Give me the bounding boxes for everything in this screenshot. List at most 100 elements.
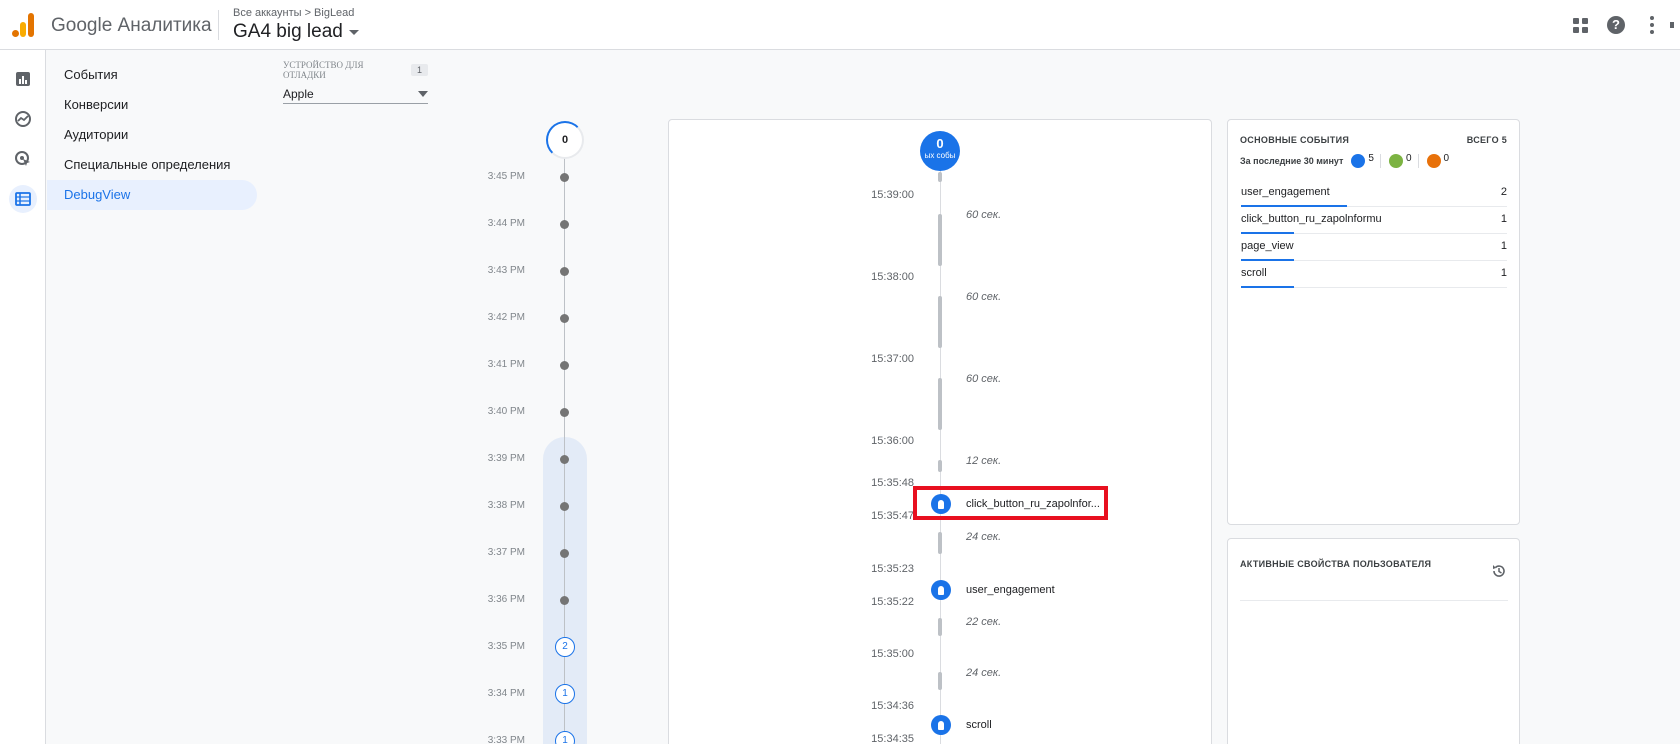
timestamp: 15:34:35 <box>871 733 914 744</box>
event-count: 1 <box>1500 267 1507 279</box>
configure-icon[interactable] <box>9 185 37 213</box>
time-segment <box>938 172 942 182</box>
event-type-legend: За последние 30 минут 5 0 0 <box>1240 152 1450 168</box>
minute-event-count[interactable]: 1 <box>555 684 575 704</box>
minute-label: 3:33 PM <box>487 735 525 744</box>
minute-dot[interactable] <box>560 502 569 511</box>
minute-label: 3:39 PM <box>487 453 525 464</box>
time-segment <box>938 214 942 266</box>
event-item-scroll[interactable]: scroll <box>966 719 992 731</box>
timestamp: 15:36:00 <box>871 435 914 447</box>
minute-event-count[interactable]: 2 <box>555 637 575 657</box>
minute-dot[interactable] <box>560 220 569 229</box>
time-segment <box>938 672 942 690</box>
event-count: 1 <box>1500 240 1507 252</box>
time-segment <box>938 460 942 472</box>
timestamp: 15:35:22 <box>871 596 914 608</box>
nav-item-audiences[interactable]: Аудитории <box>47 120 257 150</box>
time-gap-label: 22 сек. <box>966 616 1002 628</box>
touch-icon <box>1351 154 1366 168</box>
seconds-top-counter[interactable]: 0 ых собы <box>920 131 960 171</box>
nav-item-events[interactable]: События <box>47 60 257 90</box>
dropdown-arrow-icon <box>418 90 428 97</box>
explore-icon[interactable] <box>9 105 37 133</box>
event-name: user_engagement <box>1241 186 1330 198</box>
time-segment <box>938 532 942 554</box>
top-event-row[interactable]: page_view 1 <box>1241 234 1507 261</box>
highlight-box <box>913 486 1108 520</box>
time-gap-label: 12 сек. <box>966 455 1002 467</box>
header-divider <box>218 10 219 40</box>
apps-grid-icon[interactable] <box>1562 12 1598 38</box>
legend-count: 0 <box>1443 152 1450 164</box>
minute-dot[interactable] <box>560 361 569 370</box>
minute-dot[interactable] <box>560 549 569 558</box>
minute-label: 3:34 PM <box>487 688 525 699</box>
minute-label: 3:44 PM <box>487 218 525 229</box>
time-gap-label: 24 сек. <box>966 531 1002 543</box>
time-gap-label: 60 сек. <box>966 373 1002 385</box>
event-item-user-engagement[interactable]: user_engagement <box>966 584 1055 596</box>
property-selector[interactable]: GA4 big lead <box>233 21 359 43</box>
minute-event-count[interactable]: 1 <box>555 731 575 744</box>
period-label: За последние 30 минут <box>1240 156 1344 166</box>
user-properties-title: Активные свойства пользователя <box>1240 559 1432 569</box>
breadcrumb[interactable]: Все аккаунты > BigLead <box>233 7 354 19</box>
top-app-bar: Google Аналитика Все аккаунты > BigLead … <box>0 0 1680 50</box>
event-share-bar <box>1241 286 1295 288</box>
minute-dot[interactable] <box>560 455 569 464</box>
minute-dot[interactable] <box>560 267 569 276</box>
timestamp: 15:35:23 <box>871 563 914 575</box>
device-value: Apple <box>283 86 314 101</box>
legend-count: 0 <box>1405 152 1412 164</box>
configure-nav: События Конверсии Аудитории Специальные … <box>47 60 257 210</box>
timestamp: 15:35:47 <box>871 510 914 522</box>
advertising-icon[interactable] <box>9 145 37 173</box>
debug-device-selector: Устройство для отладки 1 Apple <box>283 60 428 104</box>
timestamp: 15:35:00 <box>871 648 914 660</box>
minute-label: 3:43 PM <box>487 265 525 276</box>
minute-dot[interactable] <box>560 173 569 182</box>
minutes-total-counter[interactable]: 0 <box>546 121 584 159</box>
timestamp: 15:39:00 <box>871 189 914 201</box>
nav-item-conversions[interactable]: Конверсии <box>47 90 257 120</box>
timestamp: 15:37:00 <box>871 353 914 365</box>
property-name: GA4 big lead <box>233 21 343 42</box>
time-segment <box>938 618 942 636</box>
more-vert-icon[interactable] <box>1634 12 1670 38</box>
time-gap-label: 24 сек. <box>966 667 1002 679</box>
top-event-row[interactable]: click_button_ru_zapolnformu 1 <box>1241 207 1507 234</box>
timestamp: 15:38:00 <box>871 271 914 283</box>
minute-label: 3:35 PM <box>487 641 525 652</box>
minute-label: 3:42 PM <box>487 312 525 323</box>
analytics-logo[interactable] <box>12 13 34 37</box>
total-events-label: ВСЕГО 5 <box>1466 135 1507 145</box>
minute-label: 3:40 PM <box>487 406 525 417</box>
user-properties-card: Активные свойства пользователя <box>1227 538 1520 744</box>
reports-icon[interactable] <box>9 65 37 93</box>
nav-item-custom-definitions[interactable]: Специальные определения <box>47 150 257 180</box>
legend-count: 5 <box>1368 152 1374 164</box>
help-icon[interactable]: ? <box>1598 12 1634 38</box>
device-count-badge: 1 <box>410 64 428 76</box>
minute-dot[interactable] <box>560 408 569 417</box>
touch-icon[interactable] <box>931 580 951 600</box>
event-name: page_view <box>1241 240 1294 252</box>
top-events-card: Основные события ВСЕГО 5 За последние 30… <box>1227 119 1520 525</box>
top-event-row[interactable]: user_engagement 2 <box>1241 180 1507 207</box>
top-events-title: Основные события <box>1240 135 1350 145</box>
touch-icon[interactable] <box>931 715 951 735</box>
timestamp: 15:35:48 <box>871 477 914 489</box>
account-avatar[interactable] <box>1670 12 1680 38</box>
minute-label: 3:37 PM <box>487 547 525 558</box>
debug-device-label: Устройство для отладки <box>283 60 364 80</box>
device-dropdown[interactable]: Apple <box>283 84 428 104</box>
minute-dot[interactable] <box>560 596 569 605</box>
minute-dot[interactable] <box>560 314 569 323</box>
top-event-row[interactable]: scroll 1 <box>1241 261 1507 288</box>
nav-item-debugview[interactable]: DebugView <box>47 180 257 210</box>
history-icon[interactable] <box>1491 563 1507 579</box>
minute-label: 3:41 PM <box>487 359 525 370</box>
product-name[interactable]: Google Аналитика <box>51 15 212 37</box>
event-name: click_button_ru_zapolnformu <box>1241 213 1382 225</box>
